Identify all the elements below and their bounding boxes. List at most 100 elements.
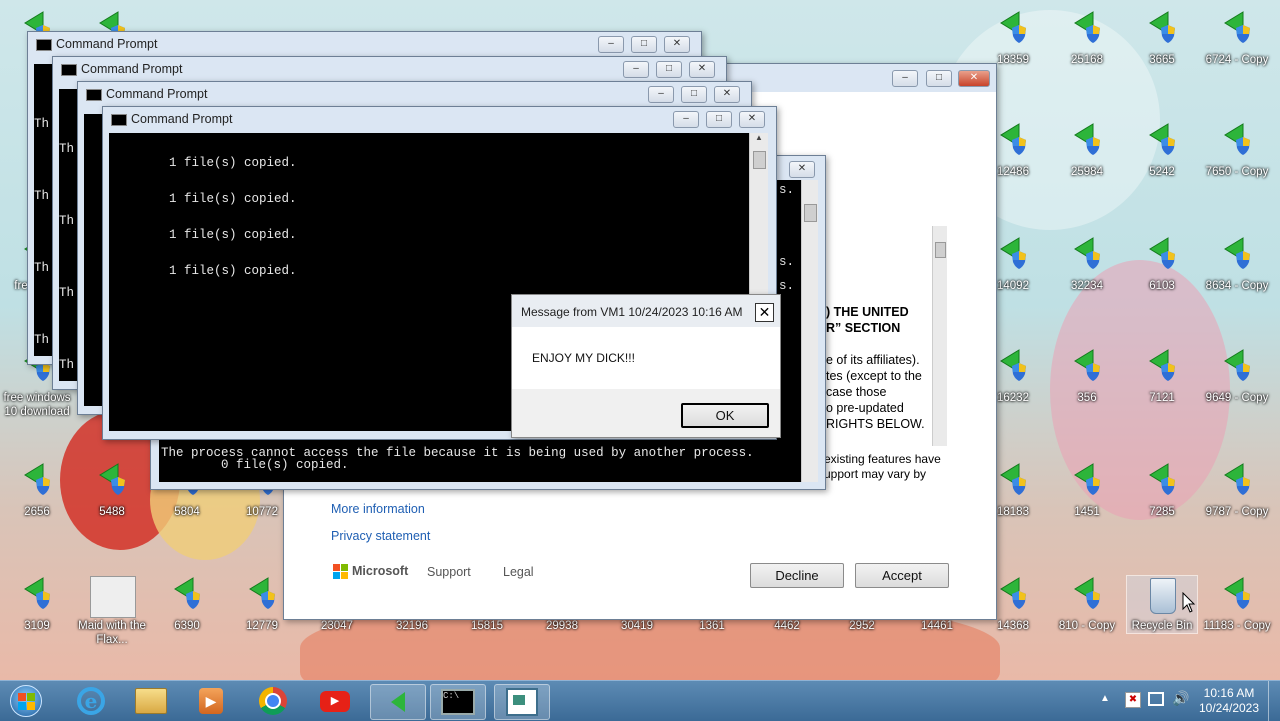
license-heading: ) THE UNITED R” SECTION bbox=[826, 304, 909, 336]
desktop-icon-6724-copy[interactable]: 6724 - Copy bbox=[1202, 10, 1272, 67]
maximize-button[interactable]: □ bbox=[706, 111, 732, 128]
taskbar-license-app[interactable] bbox=[494, 684, 550, 720]
desktop-icon-maid-with-the-flax[interactable]: Maid with the Flax... bbox=[77, 576, 147, 647]
shortcut-arrow-icon bbox=[1065, 348, 1109, 388]
desktop-icon-32234[interactable]: 32234 bbox=[1052, 236, 1122, 293]
license-heading-line: ) THE UNITED bbox=[826, 305, 909, 319]
internet-explorer-icon[interactable]: e bbox=[64, 684, 118, 718]
media-player-icon[interactable]: ▶ bbox=[184, 684, 238, 718]
maximize-button[interactable]: □ bbox=[681, 86, 707, 103]
message-box-title: Message from VM1 10/24/2023 10:16 AM bbox=[521, 305, 743, 319]
scroll-thumb[interactable] bbox=[753, 151, 766, 169]
desktop-icon-label: 9787 - Copy bbox=[1205, 506, 1269, 518]
desktop-icon-label: 11183 - Copy bbox=[1203, 620, 1271, 632]
cmd-icon bbox=[86, 89, 102, 101]
desktop-icon-810-copy[interactable]: 810 - Copy bbox=[1052, 576, 1122, 633]
desktop-icon-2656[interactable]: 2656 bbox=[2, 462, 72, 519]
close-button[interactable]: ✕ bbox=[789, 161, 815, 178]
cmd-titlebar[interactable]: Command Prompt – □ ✕ bbox=[53, 57, 726, 81]
desktop-icon-5242[interactable]: 5242 bbox=[1127, 122, 1197, 179]
file-explorer-icon[interactable] bbox=[124, 684, 178, 718]
message-box-titlebar[interactable]: Message from VM1 10/24/2023 10:16 AM ✕ bbox=[512, 295, 780, 327]
shortcut-arrow-icon bbox=[1140, 462, 1184, 502]
license-scrollbar[interactable] bbox=[932, 226, 947, 446]
maximize-button[interactable]: □ bbox=[926, 70, 952, 87]
desktop-icon-6103[interactable]: 6103 bbox=[1127, 236, 1197, 293]
youtube-icon[interactable]: ▶ bbox=[308, 684, 362, 718]
taskbar-command-prompt[interactable]: C:\ bbox=[430, 684, 486, 720]
close-button[interactable]: ✕ bbox=[755, 303, 774, 322]
maximize-button[interactable]: □ bbox=[631, 36, 657, 53]
clock-date: 10/24/2023 bbox=[1198, 701, 1260, 715]
desktop-icon-7285[interactable]: 7285 bbox=[1127, 462, 1197, 519]
taskbar-app-arrow[interactable] bbox=[370, 684, 426, 720]
close-button[interactable]: ✕ bbox=[689, 61, 715, 78]
close-button[interactable]: ✕ bbox=[739, 111, 765, 128]
desktop-icon-7650-copy[interactable]: 7650 - Copy bbox=[1202, 122, 1272, 179]
desktop-icon-356[interactable]: 356 bbox=[1052, 348, 1122, 405]
desktop-icon-6390[interactable]: 6390 bbox=[152, 576, 222, 633]
desktop-icon-label: 2952 bbox=[849, 620, 875, 632]
more-information-link[interactable]: More information bbox=[331, 502, 425, 516]
desktop-icon-label: 14368 bbox=[997, 620, 1029, 632]
network-icon[interactable] bbox=[1148, 692, 1164, 706]
volume-icon[interactable]: 🔊 bbox=[1172, 690, 1189, 707]
desktop-icon-9787-copy[interactable]: 9787 - Copy bbox=[1202, 462, 1272, 519]
desktop-icon-5488[interactable]: 5488 bbox=[77, 462, 147, 519]
support-link[interactable]: Support bbox=[427, 565, 471, 579]
desktop-icon-11183-copy[interactable]: 11183 - Copy bbox=[1202, 576, 1272, 633]
legal-link[interactable]: Legal bbox=[503, 565, 534, 579]
start-button[interactable] bbox=[0, 684, 52, 718]
action-center-icon[interactable]: ✖ bbox=[1125, 692, 1141, 708]
privacy-statement-link[interactable]: Privacy statement bbox=[331, 529, 430, 543]
scroll-thumb[interactable] bbox=[804, 204, 817, 222]
minimize-button[interactable]: – bbox=[892, 70, 918, 87]
message-box[interactable]: Message from VM1 10/24/2023 10:16 AM ✕ E… bbox=[511, 294, 781, 438]
desktop-icon-label: 5242 bbox=[1149, 166, 1175, 178]
show-desktop-button[interactable] bbox=[1268, 681, 1280, 721]
scroll-thumb[interactable] bbox=[935, 242, 946, 258]
decline-button[interactable]: Decline bbox=[750, 563, 844, 588]
close-button[interactable]: ✕ bbox=[664, 36, 690, 53]
desktop-icon-1451[interactable]: 1451 bbox=[1052, 462, 1122, 519]
desktop-icon-9649-copy[interactable]: 9649 - Copy bbox=[1202, 348, 1272, 405]
cmd-titlebar[interactable]: Command Prompt – □ ✕ bbox=[28, 32, 701, 56]
minimize-button[interactable]: – bbox=[598, 36, 624, 53]
desktop-icon-3109[interactable]: 3109 bbox=[2, 576, 72, 633]
desktop-icon-25168[interactable]: 25168 bbox=[1052, 10, 1122, 67]
close-button[interactable]: ✕ bbox=[714, 86, 740, 103]
desktop-icon-3665[interactable]: 3665 bbox=[1127, 10, 1197, 67]
clock[interactable]: 10:16 AM 10/24/2023 bbox=[1196, 686, 1262, 716]
desktop-icon-8634-copy[interactable]: 8634 - Copy bbox=[1202, 236, 1272, 293]
tray-overflow-icon[interactable]: ▲ bbox=[1100, 693, 1110, 704]
shortcut-arrow-icon bbox=[991, 122, 1035, 162]
desktop-icon-label: 2656 bbox=[24, 506, 50, 518]
desktop-icon-label: 4462 bbox=[774, 620, 800, 632]
scroll-up-arrow-icon[interactable]: ▲ bbox=[750, 133, 768, 142]
microsoft-logo-icon bbox=[333, 564, 348, 579]
close-button[interactable]: ✕ bbox=[958, 70, 990, 87]
shortcut-arrow-icon bbox=[1215, 122, 1259, 162]
console-scrollbar[interactable] bbox=[801, 180, 818, 482]
recycle-bin-icon bbox=[1140, 576, 1184, 616]
shortcut-arrow-icon bbox=[1065, 122, 1109, 162]
desktop-icon-7121[interactable]: 7121 bbox=[1127, 348, 1197, 405]
desktop: Co183592516836656724 - Copy1248625984524… bbox=[0, 0, 1280, 680]
cmd-titlebar[interactable]: Command Prompt – □ ✕ bbox=[78, 82, 751, 106]
chrome-icon[interactable] bbox=[246, 684, 300, 718]
desktop-icon-label: 25984 bbox=[1071, 166, 1103, 178]
maximize-button[interactable]: □ bbox=[656, 61, 682, 78]
accept-button[interactable]: Accept bbox=[855, 563, 949, 588]
minimize-button[interactable]: – bbox=[648, 86, 674, 103]
desktop-icon-18359[interactable]: 18359 bbox=[978, 10, 1048, 67]
license-body-line: RIGHTS BELOW. bbox=[826, 417, 925, 431]
ok-button[interactable]: OK bbox=[681, 403, 769, 428]
minimize-button[interactable]: – bbox=[623, 61, 649, 78]
desktop-icon-25984[interactable]: 25984 bbox=[1052, 122, 1122, 179]
desktop-icon-label: 32234 bbox=[1071, 280, 1103, 292]
minimize-button[interactable]: – bbox=[673, 111, 699, 128]
cmd-titlebar[interactable]: Command Prompt – □ ✕ bbox=[103, 107, 776, 131]
shortcut-arrow-icon bbox=[1065, 236, 1109, 276]
shortcut-arrow-icon bbox=[991, 236, 1035, 276]
desktop-icon-label: 810 - Copy bbox=[1058, 620, 1116, 632]
